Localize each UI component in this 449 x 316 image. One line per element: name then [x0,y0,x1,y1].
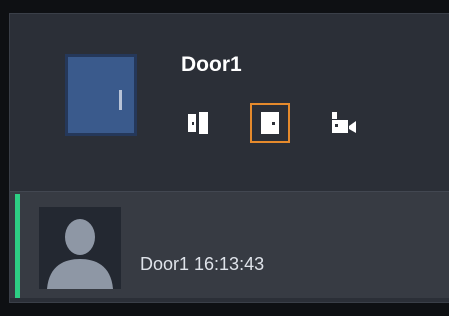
event-row[interactable]: Door1 16:13:43 [10,192,449,298]
open-door-button[interactable] [178,103,218,143]
camera-icon [332,112,356,133]
app-frame: Door1 Door1 16:13:43 [0,0,449,316]
event-text: Door1 16:13:43 [140,254,265,274]
door-card: Door1 Door1 16:13:43 [9,13,449,303]
person-avatar-icon [39,207,121,289]
door-title: Door1 [181,53,242,76]
door-icon [65,54,137,136]
door-closed-icon [261,112,279,134]
door-handle [119,90,122,110]
camera-button[interactable] [324,103,364,143]
close-door-button[interactable] [250,103,290,143]
door-open-icon [188,112,208,134]
event-status-bar [15,194,20,298]
